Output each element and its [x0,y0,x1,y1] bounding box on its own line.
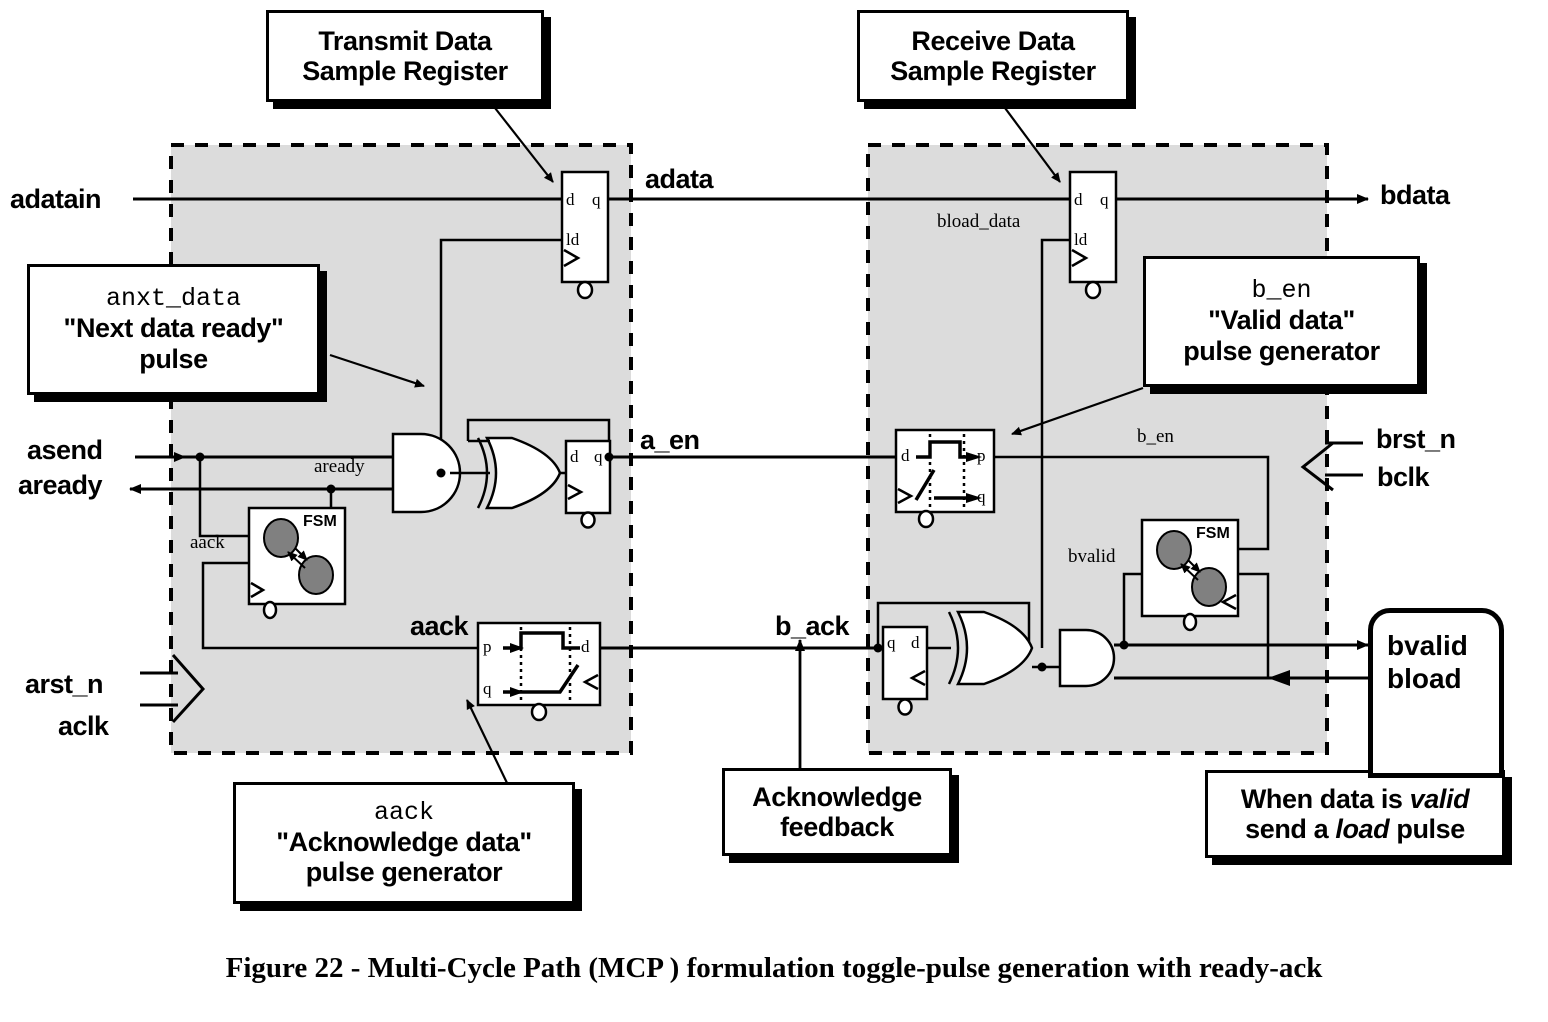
label-adata: adata [645,164,714,194]
fsm-b-label: FSM [1196,525,1230,542]
net-label-aack: aack [190,532,225,553]
fsm-a-label: FSM [303,513,337,530]
label-b-ack: b_ack [775,611,850,641]
callout-ben-line3: pulse generator [1183,335,1380,366]
pin-aackgen-p: p [483,637,492,656]
callout-aack-line3: pulse generator [305,857,503,887]
port-box-bvalid-bload: bvalid bload [1368,608,1504,778]
and-gate-a [391,432,462,514]
label-bdata: bdata [1380,180,1450,210]
callout-aack: aack "Acknowledge data" pulse generator [233,782,575,904]
label-aclk: aclk [58,711,109,741]
callout-anxt-line3: pulse [139,343,208,374]
pin-aen-q: q [594,447,603,466]
pin-rx-ld: ld [1074,230,1088,249]
callout-transmit-register: Transmit Data Sample Register [266,10,544,102]
pin-back-d: d [911,633,920,652]
pin-bengen-p: p [977,446,986,465]
callout-validload-line2: send a load pulse [1245,814,1465,844]
callout-receive-register: Receive Data Sample Register [857,10,1129,102]
callout-b-en: b_en "Valid data" pulse generator [1143,256,1420,387]
figure-caption: Figure 22 - Multi-Cycle Path (MCP ) form… [225,952,1323,984]
pin-tx-ld: ld [566,230,580,249]
pin-rx-q: q [1100,190,1109,209]
b-en-pulse-generator [894,428,996,529]
callout-ack-feedback: Acknowledge feedback [722,768,952,856]
callout-transmit-line2: Sample Register [302,56,508,86]
callout-receive-line2: Sample Register [890,56,1096,86]
label-aack-gen: aack [410,611,469,641]
label-arst-n: arst_n [25,669,104,699]
net-label-aready: aready [314,456,365,477]
pin-aen-d: d [570,447,579,466]
label-asend: asend [27,435,103,465]
net-label-bload-data: bload_data [937,211,1021,232]
net-label-bvalid: bvalid [1068,546,1116,567]
pin-tx-q: q [592,190,601,209]
port-bload-label: bload [1387,663,1462,695]
pin-aackgen-d: d [581,637,590,656]
callout-valid-load: When data is valid send a load pulse [1205,770,1505,858]
callout-ackfb-line2: feedback [780,812,894,842]
pin-bengen-d: d [901,446,910,465]
callout-ben-line1: b_en [1251,276,1312,306]
label-adatain: adatain [10,184,102,214]
callout-ackfb-line1: Acknowledge [752,781,922,812]
label-aready: aready [18,470,103,500]
callout-validload-line1: When data is valid [1240,783,1470,814]
callout-aack-line2: "Acknowledge data" [276,826,532,857]
wire-b-ack [600,643,883,653]
callout-transmit-line1: Transmit Data [318,25,492,56]
pin-tx-d: d [566,190,575,209]
label-brst-n: brst_n [1376,424,1456,454]
and-gate-b [1058,628,1116,688]
callout-aack-line1: aack [373,797,434,827]
callout-receive-line1: Receive Data [911,25,1075,56]
callout-anxt-line2: "Next data ready" [63,313,284,344]
pin-back-q: q [887,633,896,652]
callout-anxt-data: anxt_data "Next data ready" pulse [27,264,320,395]
pin-rx-d: d [1074,190,1083,209]
label-a-en: a_en [640,425,700,455]
label-bclk: bclk [1377,462,1430,492]
pin-aackgen-q: q [483,679,492,698]
pin-bengen-q: q [977,487,986,506]
net-label-b-en: b_en [1137,426,1174,447]
figure-canvas: Transmit Data Sample Register Receive Da… [0,0,1548,1022]
callout-anxt-line1: anxt_data [105,284,242,314]
port-bvalid-label: bvalid [1387,630,1468,661]
callout-ben-line2: "Valid data" [1208,305,1355,336]
